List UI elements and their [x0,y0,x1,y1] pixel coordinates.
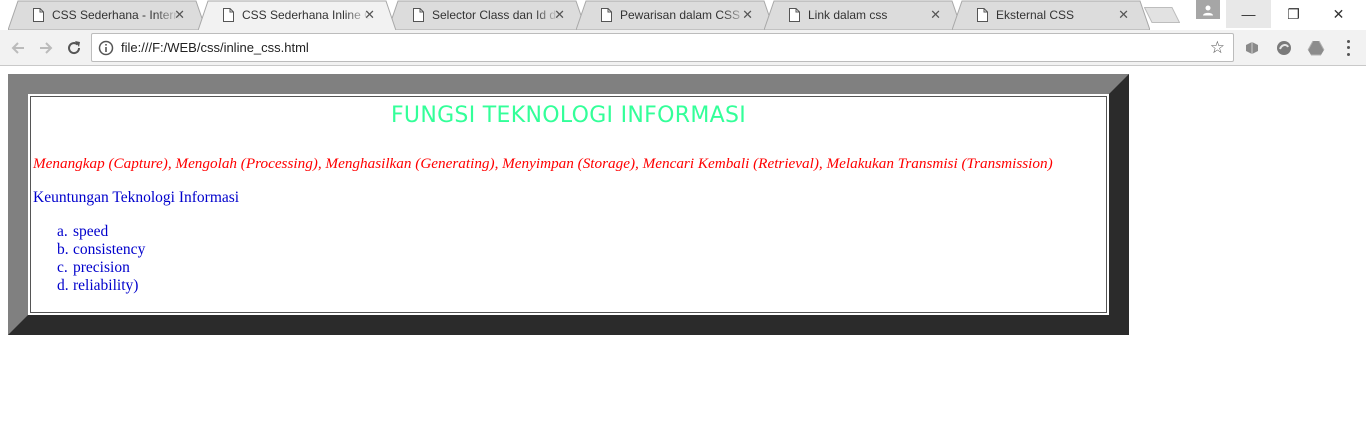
list-marker: d. [57,277,69,294]
title-bar: CSS Sederhana - Internal ✕ Selector Clas… [0,0,1366,30]
functions-text: Menangkap (Capture), Mengolah (Processin… [33,155,1053,172]
new-tab-button[interactable] [1144,7,1180,23]
list-item: d. reliability) [57,277,1104,295]
info-icon[interactable] [98,40,114,56]
tab-close-icon[interactable]: ✕ [742,8,753,22]
list-marker: c. [57,259,68,276]
tab-css-sederhana-internal[interactable]: CSS Sederhana - Internal ✕ [8,0,206,30]
tab-title: CSS Sederhana - Internal [52,8,180,22]
list-item-text: speed [73,223,109,240]
document-icon [789,8,800,22]
list-item-text: consistency [73,241,146,258]
tab-close-icon[interactable]: ✕ [174,8,185,22]
benefits-title: Keuntungan Teknologi Informasi [33,189,240,206]
document-icon [223,8,234,22]
list-item: c. precision [57,259,1104,277]
drive-icon[interactable] [1307,39,1325,57]
list-marker: a. [57,223,68,240]
minimize-button[interactable]: — [1226,0,1271,28]
tab-title: CSS Sederhana Inline CSS [242,8,370,22]
tab-title: Link dalam css [808,8,888,22]
tab-css-sederhana-inline[interactable]: CSS Sederhana Inline CSS ✕ [198,0,396,30]
document-icon [977,8,988,22]
reload-button[interactable] [62,36,86,60]
tab-eksternal-css[interactable]: Eksternal CSS ✕ [952,0,1150,30]
menu-button[interactable] [1340,38,1356,58]
close-window-button[interactable]: ✕ [1316,0,1361,28]
forward-button[interactable] [34,36,58,60]
tab-title: Eksternal CSS [996,8,1075,22]
content-frame: FUNGSI TEKNOLOGI INFORMASI Menangkap (Ca… [30,96,1107,313]
tab-close-icon[interactable]: ✕ [930,8,941,22]
reload-icon [68,41,81,55]
list-marker: b. [57,241,69,258]
tab-close-icon[interactable]: ✕ [554,8,565,22]
profile-button[interactable] [1196,0,1220,19]
list-item-text: reliability) [73,277,139,294]
tab-pewarisan-dalam-css[interactable]: Pewarisan dalam CSS ✕ [576,0,774,30]
close-icon: ✕ [1332,5,1345,22]
tab-selector-class-dan-id[interactable]: Selector Class dan Id dalam ✕ [388,0,586,30]
address-bar[interactable]: file:///F:/WEB/css/inline_css.html ☆ [91,33,1234,62]
menu-dot [1346,39,1350,43]
list-item-text: precision [73,259,130,276]
tab-title: Selector Class dan Id dalam [432,8,560,22]
menu-dot [1346,53,1350,57]
browser-toolbar: file:///F:/WEB/css/inline_css.html ☆ [0,30,1366,66]
extension-icon[interactable] [1275,39,1293,57]
outset-border-box: FUNGSI TEKNOLOGI INFORMASI Menangkap (Ca… [8,74,1129,335]
document-icon [33,8,44,22]
document-icon [601,8,612,22]
restore-icon: ❐ [1287,5,1300,22]
maximize-button[interactable]: ❐ [1271,0,1316,28]
arrow-left-icon [11,42,24,54]
extension-icon[interactable] [1243,39,1261,57]
tab-title: Pewarisan dalam CSS [620,8,741,22]
document-icon [413,8,424,22]
benefits-list: a. speed b. consistency c. precision d. … [33,223,1104,295]
person-icon [1203,5,1213,15]
arrow-right-icon [40,42,53,54]
list-item: a. speed [57,223,1104,241]
url-text[interactable]: file:///F:/WEB/css/inline_css.html [121,40,309,55]
list-item: b. consistency [57,241,1104,259]
page-viewport: FUNGSI TEKNOLOGI INFORMASI Menangkap (Ca… [0,66,1366,436]
page-heading: FUNGSI TEKNOLOGI INFORMASI [390,103,747,128]
menu-dot [1346,46,1350,50]
tab-link-dalam-css[interactable]: Link dalam css ✕ [764,0,962,30]
minimize-icon: — [1241,6,1256,22]
bookmark-star-icon[interactable]: ☆ [1210,38,1225,58]
tab-close-icon[interactable]: ✕ [1118,8,1129,22]
back-button[interactable] [6,36,30,60]
tab-close-icon[interactable]: ✕ [364,8,375,22]
